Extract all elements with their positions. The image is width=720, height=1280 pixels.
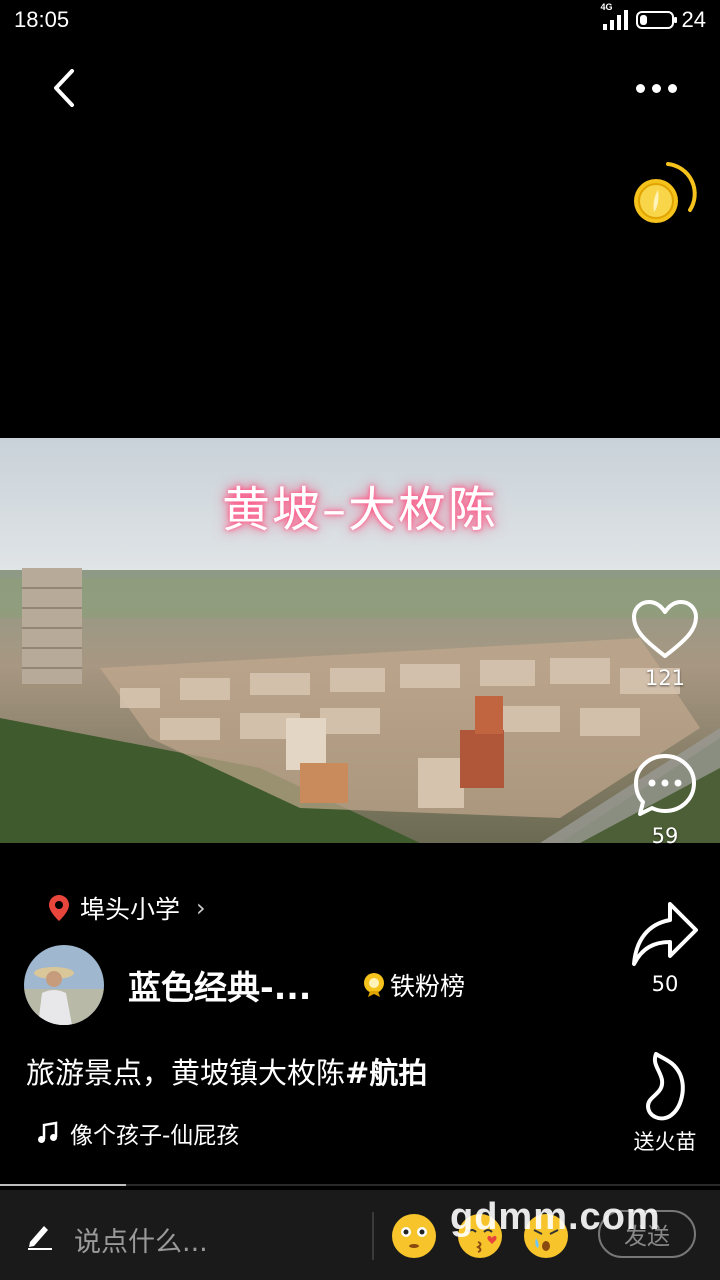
- coin-reward-icon[interactable]: [628, 158, 700, 230]
- author-name[interactable]: 蓝色经典-...: [128, 961, 338, 1009]
- author-row: 蓝色经典-... 铁粉榜: [24, 944, 584, 1026]
- fan-ranking-link[interactable]: 铁粉榜: [362, 967, 465, 1003]
- avatar[interactable]: [24, 945, 104, 1025]
- more-options-button[interactable]: [624, 68, 688, 108]
- comment-button[interactable]: 59: [610, 752, 720, 848]
- share-arrow-icon: [632, 902, 698, 966]
- comment-bubble-icon: [634, 754, 696, 816]
- emoji-flushed-icon[interactable]: [390, 1212, 438, 1260]
- chevron-left-icon: [54, 69, 74, 107]
- battery-icon: [635, 11, 677, 29]
- send-flame-button[interactable]: 送火苗: [610, 1050, 720, 1156]
- status-time: 18:05: [14, 7, 70, 32]
- share-button[interactable]: 50: [610, 900, 720, 996]
- status-icons: 4G 24: [601, 2, 706, 33]
- caption-text: 旅游景点，黄坡镇大枚陈: [26, 1056, 346, 1090]
- medal-icon: [364, 973, 384, 997]
- signal-icon: 4G: [601, 2, 628, 30]
- video-overlay-title: 黄坡–大枚陈: [221, 482, 498, 538]
- send-flame-label: 送火苗: [633, 1130, 697, 1154]
- pencil-icon: [26, 1220, 54, 1254]
- flame-icon: [646, 1052, 685, 1121]
- status-bar: 18:05 4G 24: [0, 0, 720, 40]
- map-pin-icon: [49, 895, 69, 921]
- dot: [667, 83, 677, 93]
- location-tag[interactable]: 埠头小学 ›: [48, 890, 206, 926]
- hashtag-link[interactable]: #航拍: [345, 1056, 427, 1090]
- like-count: 121: [644, 666, 686, 690]
- chevron-right-icon: ›: [196, 894, 206, 922]
- back-button[interactable]: [40, 64, 88, 112]
- battery-level: 24: [681, 7, 706, 32]
- like-button[interactable]: 121: [610, 598, 720, 690]
- heart-icon: [632, 600, 698, 658]
- music-note-icon: [38, 1121, 58, 1143]
- share-count: 50: [651, 972, 679, 996]
- location-name: 埠头小学: [80, 895, 181, 924]
- music-title: 像个孩子-仙屁孩: [70, 1123, 240, 1149]
- fan-ranking-label: 铁粉榜: [390, 972, 466, 1001]
- post-caption: 旅游景点，黄坡镇大枚陈#航拍: [26, 1050, 427, 1092]
- playback-progress-fill: [0, 1184, 126, 1186]
- watermark: gdmm.com: [450, 1196, 661, 1238]
- divider: [372, 1212, 374, 1260]
- dot: [651, 83, 661, 93]
- network-type: 4G: [600, 2, 613, 12]
- music-info[interactable]: 像个孩子-仙屁孩: [36, 1116, 239, 1150]
- comment-input[interactable]: 说点什么...: [74, 1220, 208, 1259]
- comment-count: 59: [651, 824, 679, 848]
- playback-progress-bar[interactable]: [0, 1184, 720, 1186]
- dot: [635, 83, 645, 93]
